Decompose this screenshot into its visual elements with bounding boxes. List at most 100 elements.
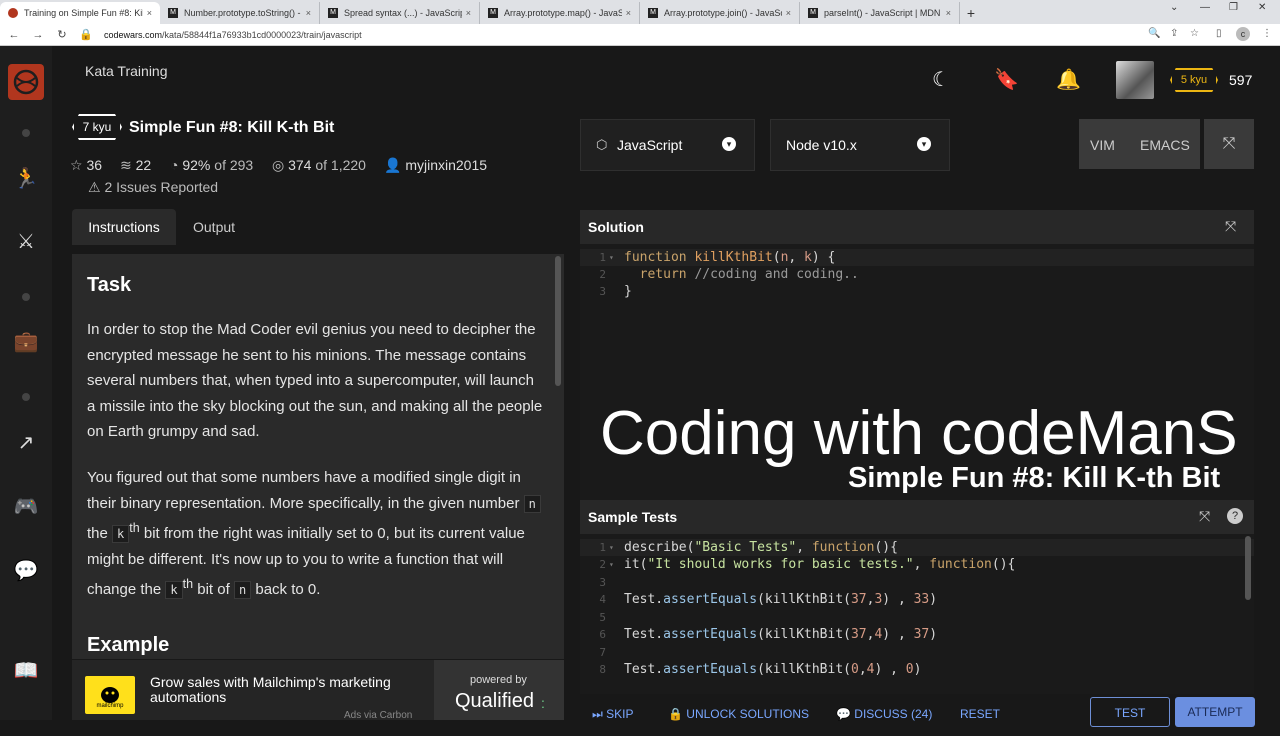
codewars-favicon-icon: [8, 8, 18, 18]
author-stat[interactable]: 👤 myjinxin2015: [384, 157, 487, 174]
training-nav-icon[interactable]: 🏃: [12, 165, 40, 193]
tab-title: parseInt() - JavaScript | MDN: [824, 8, 941, 18]
kata-description-panel: Task In order to stop the Mad Coder evil…: [72, 254, 564, 659]
code-line: 1 ▾ describe("Basic Tests", function(){: [580, 539, 1254, 556]
mailchimp-logo[interactable]: mailchimp: [85, 676, 135, 714]
sample-tests-scrollbar[interactable]: [1245, 536, 1251, 600]
back-icon[interactable]: ←: [4, 29, 24, 41]
tab-instructions[interactable]: Instructions: [72, 209, 176, 245]
issues-reported[interactable]: ⚠ 2 Issues Reported: [88, 179, 218, 196]
language-select[interactable]: ⬡ JavaScript ▾: [580, 119, 755, 171]
codewars-logo-icon[interactable]: [8, 64, 44, 100]
qualified-colon-icon: :: [541, 695, 545, 711]
test-button[interactable]: TEST: [1090, 697, 1170, 727]
notifications-bell-icon[interactable]: 🔔: [1056, 67, 1081, 92]
qualified-logo[interactable]: Qualified: [455, 690, 534, 713]
url-field[interactable]: codewars.com/kata/58844f1a76933b1cd00000…: [104, 30, 362, 40]
close-tab-icon[interactable]: ×: [626, 8, 631, 18]
practice-nav-icon[interactable]: ⚔: [12, 228, 40, 256]
fold-arrow-icon[interactable]: ▾: [609, 539, 614, 556]
skip-icon: ⏭: [592, 707, 603, 721]
video-overlay-subtitle: Simple Fun #8: Kill K-th Bit: [848, 462, 1221, 494]
forward-icon[interactable]: →: [28, 29, 48, 41]
unlock-solutions-button[interactable]: 🔒 UNLOCK SOLUTIONS: [668, 707, 809, 721]
description-scrollbar[interactable]: [555, 256, 561, 386]
runtime-select[interactable]: Node v10.x ▾: [770, 119, 950, 171]
close-tab-icon[interactable]: ×: [946, 8, 951, 18]
code-line: 2 return //coding and coding..: [599, 267, 859, 282]
browser-tab-mdn-spread[interactable]: M Spread syntax (...) - JavaScript | M ×: [320, 2, 480, 24]
browser-tab-mdn-join[interactable]: M Array.prototype.join() - JavaScri ×: [640, 2, 800, 24]
tab-search-icon[interactable]: ⌄: [1170, 2, 1178, 13]
expand-icon[interactable]: ⤧: [1225, 218, 1236, 235]
tab-output[interactable]: Output: [193, 219, 235, 235]
user-avatar[interactable]: [1116, 61, 1154, 99]
vim-mode-button[interactable]: VIM: [1090, 137, 1115, 153]
new-tab-button[interactable]: +: [960, 2, 982, 24]
description-paragraph-1: In order to stop the Mad Coder evil geni…: [87, 321, 543, 441]
attempt-button[interactable]: ATTEMPT: [1175, 697, 1255, 727]
mdn-favicon-icon: M: [328, 8, 338, 18]
browser-tab-mdn-tostring[interactable]: M Number.prototype.toString() - Ja ×: [160, 2, 320, 24]
code-line: 6 Test.assertEquals(killKthBit(37,4) , 3…: [599, 627, 938, 642]
zoom-icon[interactable]: 🔍: [1148, 28, 1160, 39]
briefcase-nav-icon[interactable]: 💼: [12, 328, 40, 356]
chevron-down-icon: ▾: [722, 137, 736, 151]
emacs-mode-button[interactable]: EMACS: [1140, 137, 1190, 153]
left-nav-rail: 🏃 ⚔ 💼 ↗ 🎮 💬 📖: [0, 46, 52, 720]
kata-kyu-badge: 7 kyu: [72, 114, 122, 140]
nav-separator-dot: [22, 393, 30, 401]
stars-stat[interactable]: ☆ 36: [70, 157, 102, 174]
chat-nav-icon[interactable]: 💬: [12, 557, 40, 585]
share-icon[interactable]: ⇪: [1170, 28, 1178, 39]
sample-tests-editor[interactable]: 1 ▾ describe("Basic Tests", function(){ 2…: [580, 534, 1254, 694]
browser-tab-mdn-parseint[interactable]: M parseInt() - JavaScript | MDN ×: [800, 2, 960, 24]
fold-arrow-icon[interactable]: ▾: [609, 249, 614, 266]
code-line: 3: [599, 576, 606, 589]
user-rank-badge: 5 kyu: [1170, 68, 1218, 92]
lock-icon: 🔒: [668, 707, 683, 721]
warning-icon: ⚠: [88, 179, 101, 195]
close-window-icon[interactable]: ✕: [1258, 2, 1266, 13]
dark-mode-moon-icon[interactable]: ☾: [932, 67, 950, 92]
sample-tests-panel-header: Sample Tests ⤧ ?: [580, 500, 1254, 534]
ad-text[interactable]: Grow sales with Mailchimp's marketing au…: [150, 675, 420, 705]
browser-menu-icon[interactable]: ⋮: [1262, 28, 1272, 39]
close-tab-icon[interactable]: ×: [786, 8, 791, 18]
example-heading: Example: [87, 634, 170, 656]
star-icon: ☆: [70, 157, 83, 173]
tab-title: Array.prototype.map() - JavaScri: [504, 8, 622, 18]
browser-tab-mdn-map[interactable]: M Array.prototype.map() - JavaScri ×: [480, 2, 640, 24]
bookmark-star-icon[interactable]: ☆: [1190, 28, 1199, 39]
leaderboard-nav-icon[interactable]: ↗: [12, 429, 40, 457]
restore-icon[interactable]: ❐: [1229, 2, 1238, 13]
browser-tab-codewars[interactable]: Training on Simple Fun #8: Kill K ×: [0, 2, 160, 24]
collections-stat[interactable]: ≋ 22: [120, 157, 151, 174]
code-line: 2 ▾ it("It should works for basic tests."…: [599, 556, 1016, 573]
profile-avatar[interactable]: c: [1236, 27, 1250, 41]
mdn-favicon-icon: M: [808, 8, 818, 18]
reload-icon[interactable]: ↻: [52, 28, 72, 41]
url-path: /kata/58844f1a76933b1cd0000023/train/jav…: [162, 29, 362, 40]
powered-by-label: powered by: [470, 674, 527, 686]
docs-nav-icon[interactable]: 📖: [12, 657, 40, 685]
close-tab-icon[interactable]: ×: [147, 8, 152, 18]
help-icon[interactable]: ?: [1227, 508, 1243, 524]
bookmarks-icon[interactable]: 🔖: [994, 67, 1019, 92]
ad-via-carbon[interactable]: Ads via Carbon: [344, 710, 412, 721]
close-tab-icon[interactable]: ×: [306, 8, 311, 18]
tab-title: Number.prototype.toString() - Ja: [184, 8, 302, 18]
lock-icon[interactable]: 🔒: [76, 28, 96, 41]
sidebar-icon[interactable]: ▯: [1216, 28, 1222, 39]
fold-arrow-icon[interactable]: ▾: [609, 556, 614, 573]
address-bar: ← → ↻ 🔒 codewars.com/kata/58844f1a76933b…: [0, 24, 1280, 46]
close-tab-icon[interactable]: ×: [466, 8, 471, 18]
nav-separator-dot: [22, 293, 30, 301]
discuss-button[interactable]: 💬 DISCUSS (24): [836, 707, 932, 721]
mdn-favicon-icon: M: [488, 8, 498, 18]
minimize-icon[interactable]: —: [1200, 2, 1210, 13]
discord-nav-icon[interactable]: 🎮: [12, 493, 40, 521]
expand-icon[interactable]: ⤧: [1199, 508, 1210, 525]
reset-button[interactable]: RESET: [960, 707, 1000, 721]
fullscreen-icon[interactable]: ⤧: [1204, 119, 1254, 169]
